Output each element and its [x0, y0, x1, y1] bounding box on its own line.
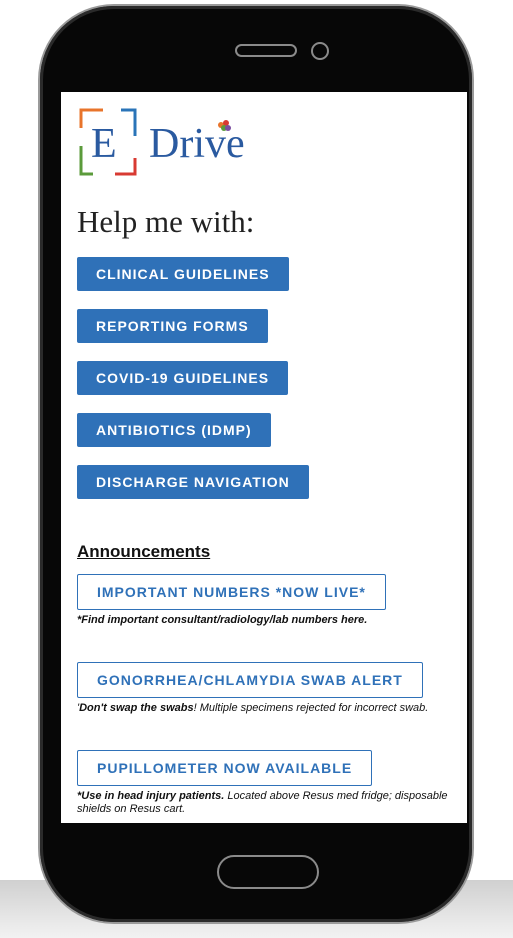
important-numbers-note: *Find important consultant/radiology/lab…: [77, 614, 462, 627]
discharge-navigation-button[interactable]: DISCHARGE NAVIGATION: [77, 465, 309, 499]
edrive-logo: E Drive: [77, 106, 277, 176]
help-title: Help me with:: [77, 204, 255, 239]
covid-19-guidelines-button[interactable]: COVID-19 GUIDELINES: [77, 361, 289, 395]
announcements-heading: Announcements: [77, 542, 211, 561]
note-bold: Don't swap the swabs: [79, 702, 194, 714]
screen: E Drive Help me with: CLINICAL GUIDELINE…: [61, 92, 467, 823]
logo-letter: E: [91, 121, 117, 167]
clinical-guidelines-button[interactable]: CLINICAL GUIDELINES: [77, 257, 289, 291]
note-bold: *Find important consultant/radiology/lab…: [77, 614, 368, 626]
antibiotics-button[interactable]: ANTIBIOTICS (IDMP): [77, 413, 271, 447]
swab-alert-button[interactable]: GONORRHEA/CHLAMYDIA SWAB ALERT: [77, 662, 423, 698]
swab-alert-note: 'Don't swap the swabs! Multiple specimen…: [77, 702, 462, 715]
note-text: ! Multiple specimens rejected for incorr…: [193, 702, 429, 714]
pupillometer-button[interactable]: PUPILLOMETER NOW AVAILABLE: [77, 750, 373, 786]
note-bold: *Use in head injury patients.: [77, 790, 225, 802]
speaker-icon: [235, 44, 297, 57]
home-button[interactable]: [217, 855, 319, 889]
pupillometer-note: *Use in head injury patients. Located ab…: [77, 790, 462, 816]
logo-word: Drive: [149, 121, 245, 167]
camera-icon: [311, 42, 329, 60]
important-numbers-button[interactable]: IMPORTANT NUMBERS *NOW LIVE*: [77, 574, 386, 610]
reporting-forms-button[interactable]: REPORTING FORMS: [77, 309, 268, 343]
